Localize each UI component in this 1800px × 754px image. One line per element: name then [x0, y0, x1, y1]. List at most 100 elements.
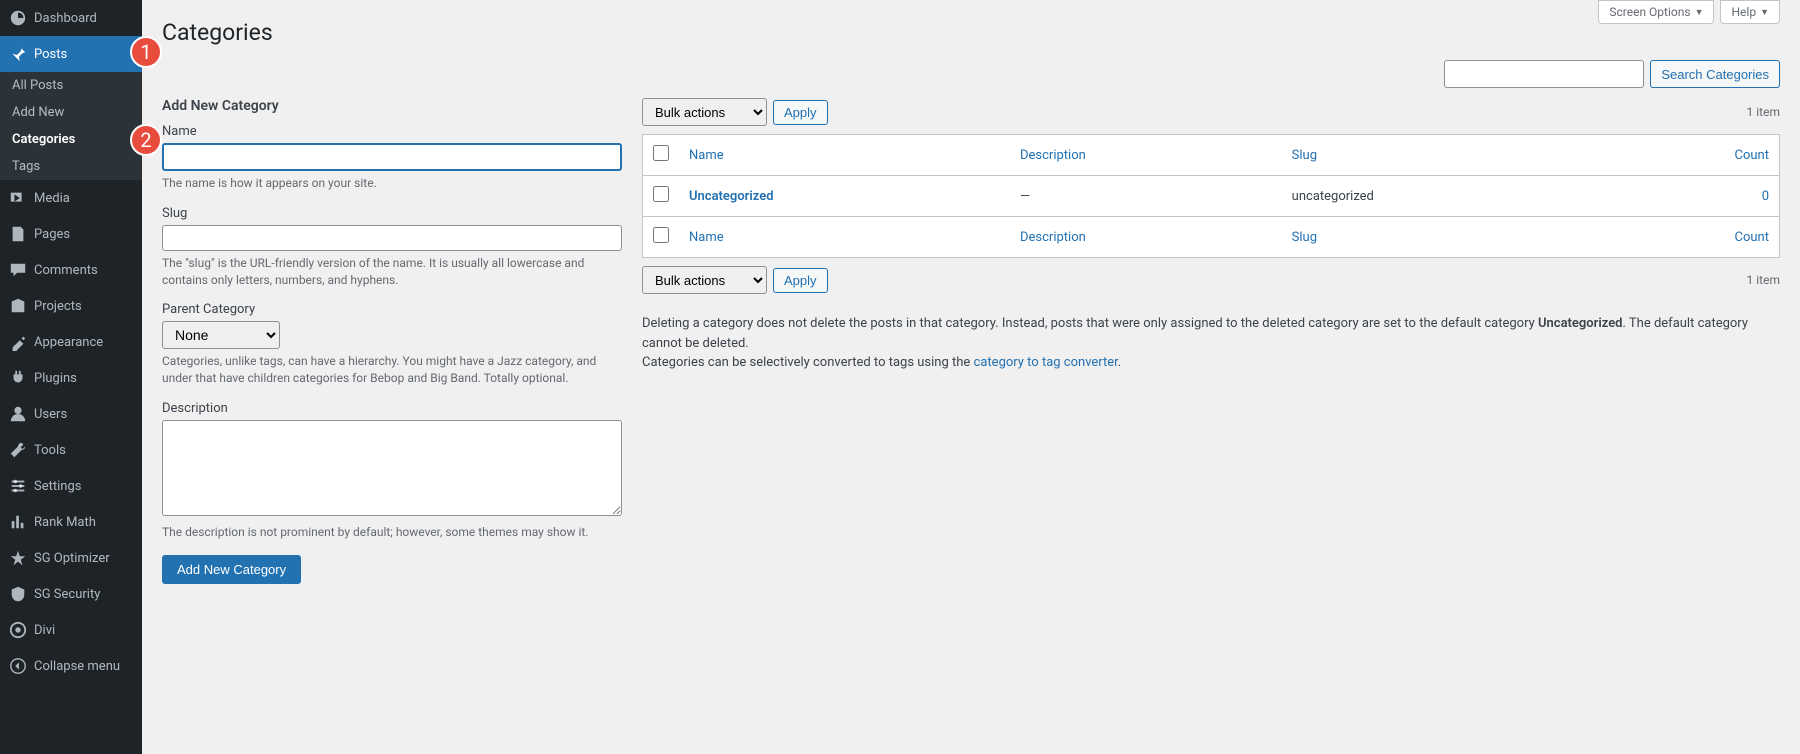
col-slug[interactable]: Slug: [1282, 135, 1606, 176]
sg-optimizer-icon: [8, 548, 28, 568]
menu-sg-security[interactable]: SG Security: [0, 576, 142, 612]
note-text: .: [1118, 355, 1121, 370]
pin-icon: [8, 44, 28, 64]
menu-dashboard[interactable]: Dashboard: [0, 0, 142, 36]
menu-tools[interactable]: Tools: [0, 432, 142, 468]
col-description[interactable]: Description: [1010, 135, 1282, 176]
menu-sg-optimizer[interactable]: SG Optimizer: [0, 540, 142, 576]
note-text: Deleting a category does not delete the …: [642, 316, 1538, 331]
search-categories-button[interactable]: Search Categories: [1650, 60, 1780, 88]
menu-comments[interactable]: Comments: [0, 252, 142, 288]
tab-label: Help: [1731, 5, 1756, 19]
dashboard-icon: [8, 8, 28, 28]
menu-label: Divi: [34, 623, 55, 638]
divi-icon: [8, 620, 28, 640]
slug-input[interactable]: [162, 225, 622, 251]
slug-help: The "slug" is the URL-friendly version o…: [162, 255, 622, 289]
col-description[interactable]: Description: [1010, 217, 1282, 258]
row-select[interactable]: [653, 186, 669, 202]
plugins-icon: [8, 368, 28, 388]
name-input[interactable]: [162, 143, 622, 171]
badge-categories: 2: [130, 124, 162, 156]
help-tab[interactable]: Help ▼: [1720, 0, 1780, 24]
col-count[interactable]: Count: [1605, 217, 1779, 258]
select-all-bottom[interactable]: [653, 227, 669, 243]
col-count[interactable]: Count: [1605, 135, 1779, 176]
search-input[interactable]: [1444, 60, 1644, 88]
submenu-categories[interactable]: Categories: [0, 126, 142, 153]
users-icon: [8, 404, 28, 424]
converter-link[interactable]: category to tag converter: [974, 355, 1118, 370]
tab-label: Screen Options: [1609, 5, 1690, 19]
collapse-icon: [8, 656, 28, 676]
submenu-add-new[interactable]: Add New: [0, 99, 142, 126]
description-label: Description: [162, 401, 622, 416]
parent-label: Parent Category: [162, 302, 622, 317]
bulk-actions-select-bottom[interactable]: Bulk actions: [642, 266, 767, 294]
row-description: —: [1010, 176, 1282, 217]
name-label: Name: [162, 124, 622, 139]
menu-label: Settings: [34, 479, 81, 494]
col-name[interactable]: Name: [679, 135, 1010, 176]
media-icon: [8, 188, 28, 208]
menu-label: Rank Math: [34, 515, 96, 530]
menu-label: Projects: [34, 299, 82, 314]
menu-settings[interactable]: Settings: [0, 468, 142, 504]
col-slug[interactable]: Slug: [1282, 217, 1606, 258]
sidebar: Dashboard Posts 1 All Posts Add New Cate…: [0, 0, 142, 754]
posts-submenu: All Posts Add New Categories 2 Tags: [0, 72, 142, 180]
categories-table: Name Description Slug Count Uncategorize…: [642, 134, 1780, 258]
appearance-icon: [8, 332, 28, 352]
row-slug: uncategorized: [1282, 176, 1606, 217]
submenu-all-posts[interactable]: All Posts: [0, 72, 142, 99]
menu-label: Media: [34, 191, 70, 206]
menu-projects[interactable]: Projects: [0, 288, 142, 324]
menu-users[interactable]: Users: [0, 396, 142, 432]
add-category-button[interactable]: Add New Category: [162, 555, 301, 584]
apply-button-bottom[interactable]: Apply: [773, 268, 828, 293]
form-heading: Add New Category: [162, 98, 622, 114]
tools-icon: [8, 440, 28, 460]
chevron-down-icon: ▼: [1760, 7, 1769, 18]
slug-label: Slug: [162, 206, 622, 221]
menu-label: Pages: [34, 227, 70, 242]
parent-select[interactable]: None: [162, 321, 280, 349]
menu-label: Dashboard: [34, 11, 97, 26]
menu-label: Posts: [34, 47, 67, 62]
menu-label: Plugins: [34, 371, 77, 386]
bulk-actions-select-top[interactable]: Bulk actions: [642, 98, 767, 126]
parent-help: Categories, unlike tags, can have a hier…: [162, 353, 622, 387]
menu-rank-math[interactable]: Rank Math: [0, 504, 142, 540]
menu-label: Collapse menu: [34, 659, 120, 674]
menu-collapse[interactable]: Collapse menu: [0, 648, 142, 684]
shield-icon: [8, 584, 28, 604]
name-help: The name is how it appears on your site.: [162, 175, 622, 192]
col-name[interactable]: Name: [679, 217, 1010, 258]
menu-plugins[interactable]: Plugins: [0, 360, 142, 396]
comments-icon: [8, 260, 28, 280]
select-all-top[interactable]: [653, 145, 669, 161]
item-count-top: 1 item: [1747, 105, 1780, 119]
screen-options-tab[interactable]: Screen Options ▼: [1598, 0, 1714, 24]
page-title: Categories: [162, 10, 1780, 50]
menu-posts[interactable]: Posts: [0, 36, 142, 72]
apply-button-top[interactable]: Apply: [773, 100, 828, 125]
menu-label: Users: [34, 407, 67, 422]
top-tabs: Screen Options ▼ Help ▼: [1598, 0, 1780, 24]
menu-media[interactable]: Media: [0, 180, 142, 216]
menu-pages[interactable]: Pages: [0, 216, 142, 252]
rank-math-icon: [8, 512, 28, 532]
row-name-link[interactable]: Uncategorized: [689, 189, 774, 204]
submenu-tags[interactable]: Tags: [0, 153, 142, 180]
badge-posts: 1: [130, 36, 162, 68]
row-count-link[interactable]: 0: [1762, 189, 1769, 204]
main-content: Screen Options ▼ Help ▼ Categories Search …: [142, 0, 1800, 754]
menu-appearance[interactable]: Appearance: [0, 324, 142, 360]
description-input[interactable]: [162, 420, 622, 516]
note-text: Categories can be selectively converted …: [642, 355, 974, 370]
pages-icon: [8, 224, 28, 244]
menu-label: Tools: [34, 443, 66, 458]
chevron-down-icon: ▼: [1695, 7, 1704, 18]
menu-divi[interactable]: Divi: [0, 612, 142, 648]
menu-label: Appearance: [34, 335, 103, 350]
